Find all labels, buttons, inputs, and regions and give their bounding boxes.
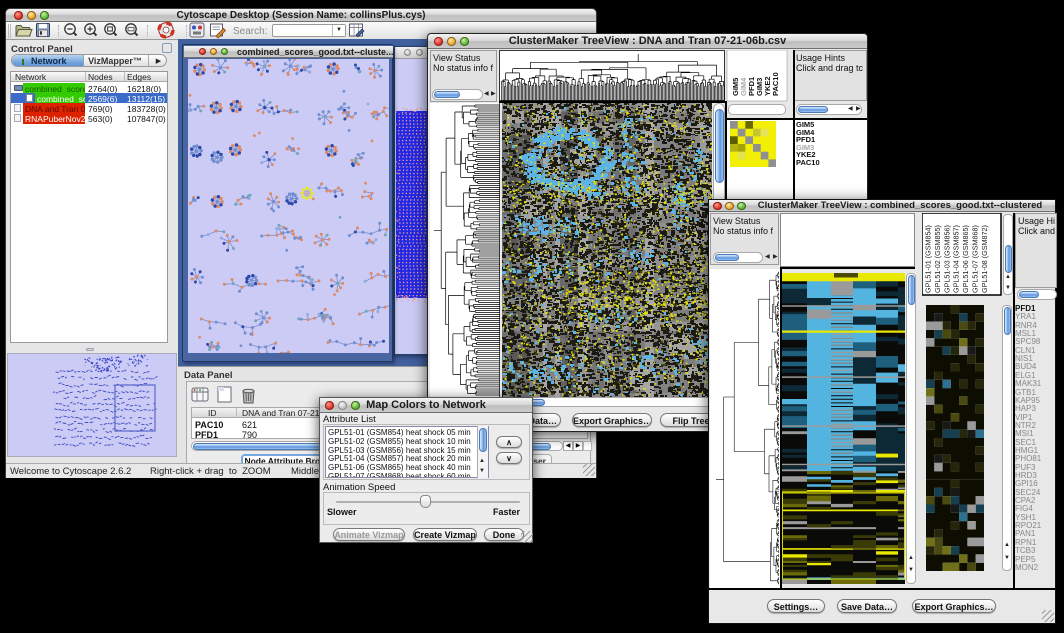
svg-text:GPL51-08 (GSM872): GPL51-08 (GSM872)	[980, 225, 989, 293]
svg-text:PAC10: PAC10	[771, 72, 780, 96]
svg-text:GPL51-02 (GSM855): GPL51-02 (GSM855)	[933, 225, 942, 293]
svg-text:GPL51-01 (GSM854): GPL51-01 (GSM854)	[924, 225, 933, 293]
svg-text:GPL51-04 (GSM857): GPL51-04 (GSM857)	[952, 225, 961, 293]
svg-text:GPL51-06 (GSM865): GPL51-06 (GSM865)	[961, 225, 970, 293]
svg-text:GPL51-03 (GSM856): GPL51-03 (GSM856)	[942, 225, 951, 293]
svg-text:GPL51-07 (GSM868): GPL51-07 (GSM868)	[971, 225, 980, 293]
